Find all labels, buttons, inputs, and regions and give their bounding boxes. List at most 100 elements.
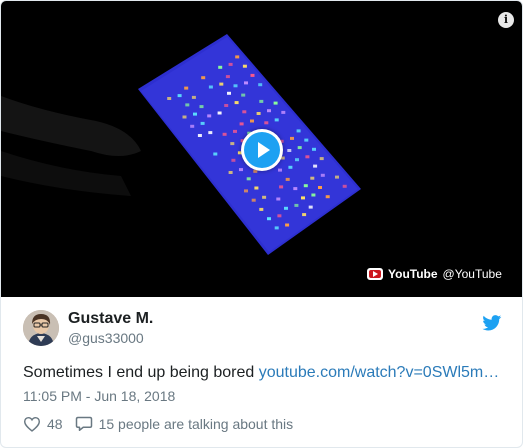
screen-dot xyxy=(297,146,302,150)
screen-dot xyxy=(320,173,325,177)
screen-dot xyxy=(279,185,284,189)
screen-dot xyxy=(288,165,293,169)
screen-dot xyxy=(262,195,267,199)
screen-dot xyxy=(250,119,254,123)
screen-dot xyxy=(191,95,196,99)
screen-dot xyxy=(305,155,310,159)
screen-dot xyxy=(222,132,227,136)
screen-dot xyxy=(319,157,324,161)
screen-dot xyxy=(251,198,256,202)
screen-dot xyxy=(342,184,347,188)
screen-dot xyxy=(277,214,282,218)
screen-dot xyxy=(201,76,206,80)
screen-dot xyxy=(200,121,205,125)
screen-dot xyxy=(308,205,313,209)
screen-dot xyxy=(197,134,202,137)
video-player[interactable]: i YouTube @YouTube xyxy=(1,1,522,297)
screen-dot xyxy=(274,226,279,230)
screen-dot xyxy=(259,207,264,211)
author-display-name[interactable]: Gustave M. xyxy=(68,309,153,329)
screen-dot xyxy=(294,203,299,207)
avatar[interactable] xyxy=(23,310,59,346)
screen-dot xyxy=(281,110,286,114)
screen-dot xyxy=(182,115,187,119)
screen-dot xyxy=(311,193,316,197)
screen-dot xyxy=(167,97,172,100)
screen-dot xyxy=(225,75,230,79)
screen-dot xyxy=(284,206,288,210)
screen-dot xyxy=(312,147,316,151)
twitter-bird-icon[interactable] xyxy=(482,315,502,331)
screen-dot xyxy=(239,122,244,126)
screen-dot xyxy=(227,91,231,95)
screen-dot xyxy=(244,81,248,85)
screen-dot xyxy=(302,213,307,217)
tweet-timestamp[interactable]: 11:05 PM - Jun 18, 2018 xyxy=(23,388,175,404)
tweet-text: Sometimes I end up being bored youtube.c… xyxy=(23,363,499,383)
screen-dot xyxy=(278,168,282,172)
screen-dot xyxy=(213,152,218,156)
screen-dot xyxy=(234,101,239,105)
like-count: 48 xyxy=(47,415,63,432)
screen-dot xyxy=(217,111,222,115)
heart-icon xyxy=(23,416,41,432)
screen-dot xyxy=(287,149,292,152)
screen-dot xyxy=(310,176,315,180)
screen-dot xyxy=(293,187,298,191)
tweet-link[interactable]: youtube.com/watch?v=0SWl5m… xyxy=(259,364,500,381)
screen-dot xyxy=(239,168,243,172)
screen-dot xyxy=(190,124,195,128)
source-brand: YouTube xyxy=(388,267,438,281)
screen-dot xyxy=(301,196,305,200)
screen-dot xyxy=(267,217,271,221)
screen-dot xyxy=(235,55,240,59)
like-action[interactable]: 48 xyxy=(23,416,75,432)
screen-dot xyxy=(218,65,223,69)
screen-dot xyxy=(267,109,271,113)
screen-dot xyxy=(244,189,248,193)
conversation-text: 15 people are talking about this xyxy=(98,415,294,432)
screen-dot xyxy=(335,175,339,179)
screen-dot xyxy=(185,103,190,107)
screen-dot xyxy=(224,104,229,107)
conversation-action[interactable]: 15 people are talking about this xyxy=(75,415,294,432)
screen-dot xyxy=(228,62,233,66)
screen-dot xyxy=(193,112,197,116)
play-button[interactable] xyxy=(241,129,283,171)
screen-dot xyxy=(242,110,247,114)
info-icon[interactable]: i xyxy=(498,12,514,28)
screen-dot xyxy=(295,158,299,162)
screen-dot xyxy=(296,129,301,133)
screen-dot xyxy=(256,112,261,115)
author-handle[interactable]: @gus33000 xyxy=(68,329,153,347)
screen-dot xyxy=(318,186,322,189)
screen-dot xyxy=(241,93,246,97)
youtube-logo-icon xyxy=(367,268,383,280)
author-block: Gustave M. @gus33000 xyxy=(23,309,153,347)
screen-dot xyxy=(285,223,290,227)
screen-dot xyxy=(207,114,212,118)
screen-dot xyxy=(246,177,251,181)
tweet-body: Sometimes I end up being bored xyxy=(23,364,259,381)
source-handle: @YouTube xyxy=(442,267,502,281)
screen-dot xyxy=(325,195,330,199)
screen-dot xyxy=(264,121,269,125)
speech-bubble-icon xyxy=(75,416,92,431)
screen-dot xyxy=(273,101,278,105)
screen-dot xyxy=(259,99,264,103)
screen-dot xyxy=(303,184,308,188)
screen-dot xyxy=(242,64,247,68)
youtube-source-badge[interactable]: YouTube @YouTube xyxy=(367,266,502,282)
screen-dot xyxy=(208,85,213,89)
screen-dot xyxy=(276,197,281,201)
play-icon xyxy=(244,132,280,168)
screen-dot xyxy=(290,136,294,140)
tweet-actions: 48 15 people are talking about this xyxy=(23,415,293,432)
screen-dot xyxy=(274,118,279,122)
screen-dot xyxy=(230,142,235,146)
screen-dot xyxy=(304,138,309,142)
avatar-image xyxy=(23,310,59,346)
screen-dot xyxy=(254,186,259,190)
screen-dot xyxy=(208,131,213,135)
screen-dot xyxy=(228,171,233,174)
